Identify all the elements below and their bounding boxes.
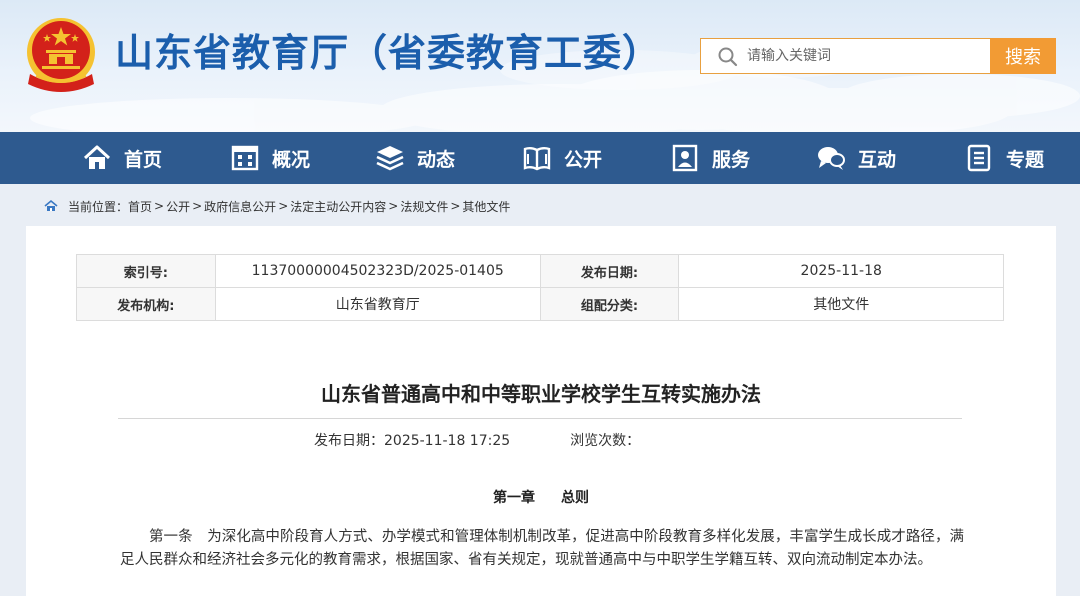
layers-icon <box>376 146 404 171</box>
service-icon <box>672 144 698 172</box>
search-button[interactable]: 搜索 <box>990 38 1056 74</box>
org-value: 山东省教育厅 <box>214 287 541 321</box>
breadcrumb-separator: > <box>450 199 461 213</box>
breadcrumb-separator: > <box>388 199 399 213</box>
nav-item-overview[interactable]: 概况 <box>230 132 310 184</box>
book-icon <box>523 147 551 171</box>
building-icon <box>231 145 259 171</box>
site-header: 山东省教育厅（省委教育工委） 搜索 <box>0 0 1080 132</box>
table-row: 发布机构: 山东省教育厅 组配分类: 其他文件 <box>76 287 1004 321</box>
article-meta: 发布日期：2025-11-18 17:25 浏览次数： <box>314 430 640 450</box>
breadcrumb-item-home[interactable]: 首页 <box>128 198 152 215</box>
nav-label: 概况 <box>272 148 311 171</box>
nav-item-open[interactable]: 公开 <box>522 132 602 184</box>
nav-label: 服务 <box>712 148 751 171</box>
nav-item-news[interactable]: 动态 <box>375 132 455 184</box>
title-divider <box>118 418 962 419</box>
nav-label: 公开 <box>564 148 603 171</box>
breadcrumb-item-regulations[interactable]: 法规文件 <box>400 198 448 215</box>
breadcrumb-item-open[interactable]: 公开 <box>166 198 190 215</box>
org-label: 发布机构: <box>76 287 216 321</box>
breadcrumb-separator: > <box>278 199 289 213</box>
date-label: 发布日期: <box>539 254 680 288</box>
category-value: 其他文件 <box>678 287 1004 321</box>
chapter-heading: 第一章 总则 <box>26 487 1056 507</box>
breadcrumb-item-other[interactable]: 其他文件 <box>462 198 510 215</box>
nav-item-service[interactable]: 服务 <box>670 132 750 184</box>
nav-label: 专题 <box>1006 148 1045 171</box>
article-paragraph: 第一条 为深化高中阶段育人方式、办学模式和管理体制机制改革，促进高中阶段教育多样… <box>120 529 964 568</box>
home-icon <box>83 145 111 169</box>
table-row: 索引号: 11370000004502323D/2025-01405 发布日期:… <box>76 254 1004 288</box>
date-value: 2025-11-18 <box>678 254 1004 288</box>
document-meta-table: 索引号: 11370000004502323D/2025-01405 发布日期:… <box>76 254 1004 321</box>
views-label: 浏览次数： <box>570 433 641 449</box>
nav-label: 动态 <box>417 148 456 171</box>
chat-icon <box>818 147 845 170</box>
nav-label: 互动 <box>858 148 897 171</box>
nav-item-home[interactable]: 首页 <box>82 132 162 184</box>
search-icon <box>718 47 738 67</box>
content-panel: 索引号: 11370000004502323D/2025-01405 发布日期:… <box>26 226 1056 596</box>
breadcrumb-home-icon <box>44 199 58 211</box>
national-emblem-icon <box>27 18 95 92</box>
search-box: 搜索 <box>700 38 1056 74</box>
nav-item-topics[interactable]: 专题 <box>964 132 1044 184</box>
index-value: 11370000004502323D/2025-01405 <box>214 254 541 288</box>
chapter-number: 第一章 <box>493 490 535 506</box>
nav-label: 首页 <box>124 148 163 171</box>
article-title: 山东省普通高中和中等职业学校学生互转实施办法 <box>321 382 761 406</box>
category-label: 组配分类: <box>539 287 680 321</box>
main-nav: 首页 概况 动态 公开 服务 互动 专题 <box>0 132 1080 184</box>
index-label: 索引号: <box>76 254 216 288</box>
document-icon <box>967 144 991 172</box>
chapter-name: 总则 <box>561 490 589 506</box>
publish-value: 2025-11-18 17:25 <box>384 433 511 449</box>
site-title: 山东省教育厅（省委教育工委） <box>115 31 662 75</box>
breadcrumb-prefix: 当前位置： <box>68 199 129 214</box>
breadcrumb-item-statutory[interactable]: 法定主动公开内容 <box>290 198 386 215</box>
publish-label: 发布日期： <box>314 433 384 449</box>
breadcrumb: 当前位置： 首页 > 公开 > 政府信息公开 > 法定主动公开内容 > 法规文件… <box>44 196 510 216</box>
breadcrumb-separator: > <box>192 199 203 213</box>
nav-item-interact[interactable]: 互动 <box>816 132 896 184</box>
breadcrumb-separator: > <box>154 199 165 213</box>
breadcrumb-item-gov-info[interactable]: 政府信息公开 <box>204 198 276 215</box>
search-input[interactable] <box>701 39 990 73</box>
